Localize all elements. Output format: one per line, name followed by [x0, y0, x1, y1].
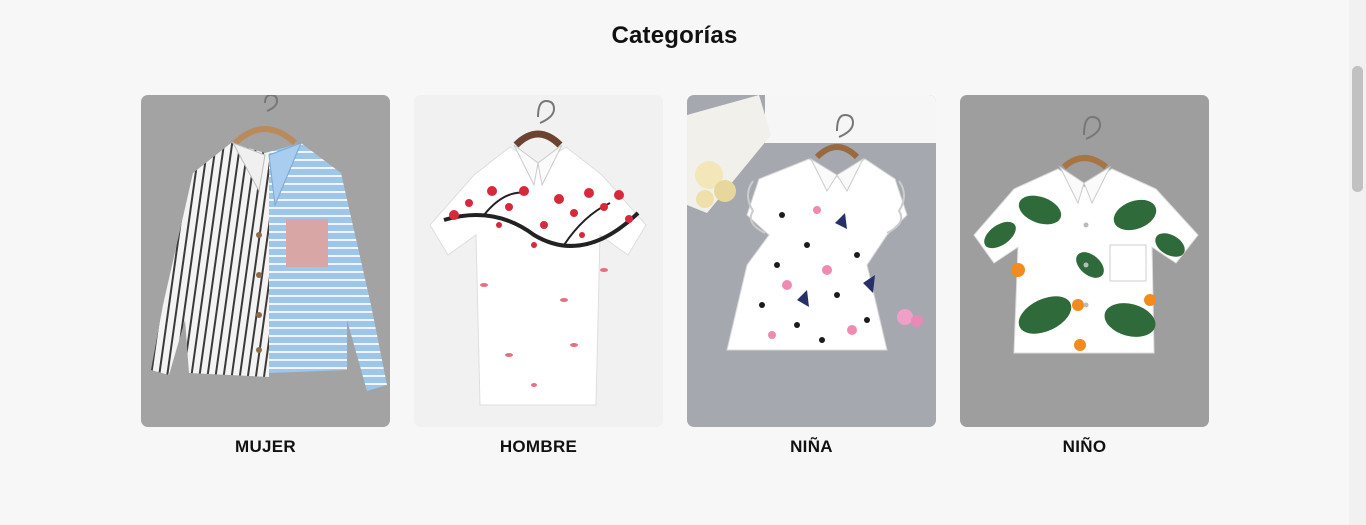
scrollbar-thumb[interactable] — [1352, 66, 1363, 192]
category-label-mujer[interactable]: MUJER — [141, 437, 390, 457]
category-card-nino[interactable]: NIÑO — [960, 95, 1209, 457]
category-grid: MUJER HOMBRE NIÑA NIÑO — [141, 95, 1209, 457]
section-title: Categorías — [611, 22, 738, 49]
category-image-nina[interactable] — [687, 95, 936, 427]
category-label-nina[interactable]: NIÑA — [687, 437, 936, 457]
vertical-scrollbar[interactable] — [1349, 0, 1366, 525]
categories-page: Categorías MUJER HOMBRE NIÑA NIÑO — [0, 0, 1366, 525]
category-image-hombre[interactable] — [414, 95, 663, 427]
category-image-mujer[interactable] — [141, 95, 390, 427]
category-image-nino[interactable] — [960, 95, 1209, 427]
category-label-nino[interactable]: NIÑO — [960, 437, 1209, 457]
category-label-hombre[interactable]: HOMBRE — [414, 437, 663, 457]
category-card-nina[interactable]: NIÑA — [687, 95, 936, 457]
category-card-mujer[interactable]: MUJER — [141, 95, 390, 457]
category-card-hombre[interactable]: HOMBRE — [414, 95, 663, 457]
